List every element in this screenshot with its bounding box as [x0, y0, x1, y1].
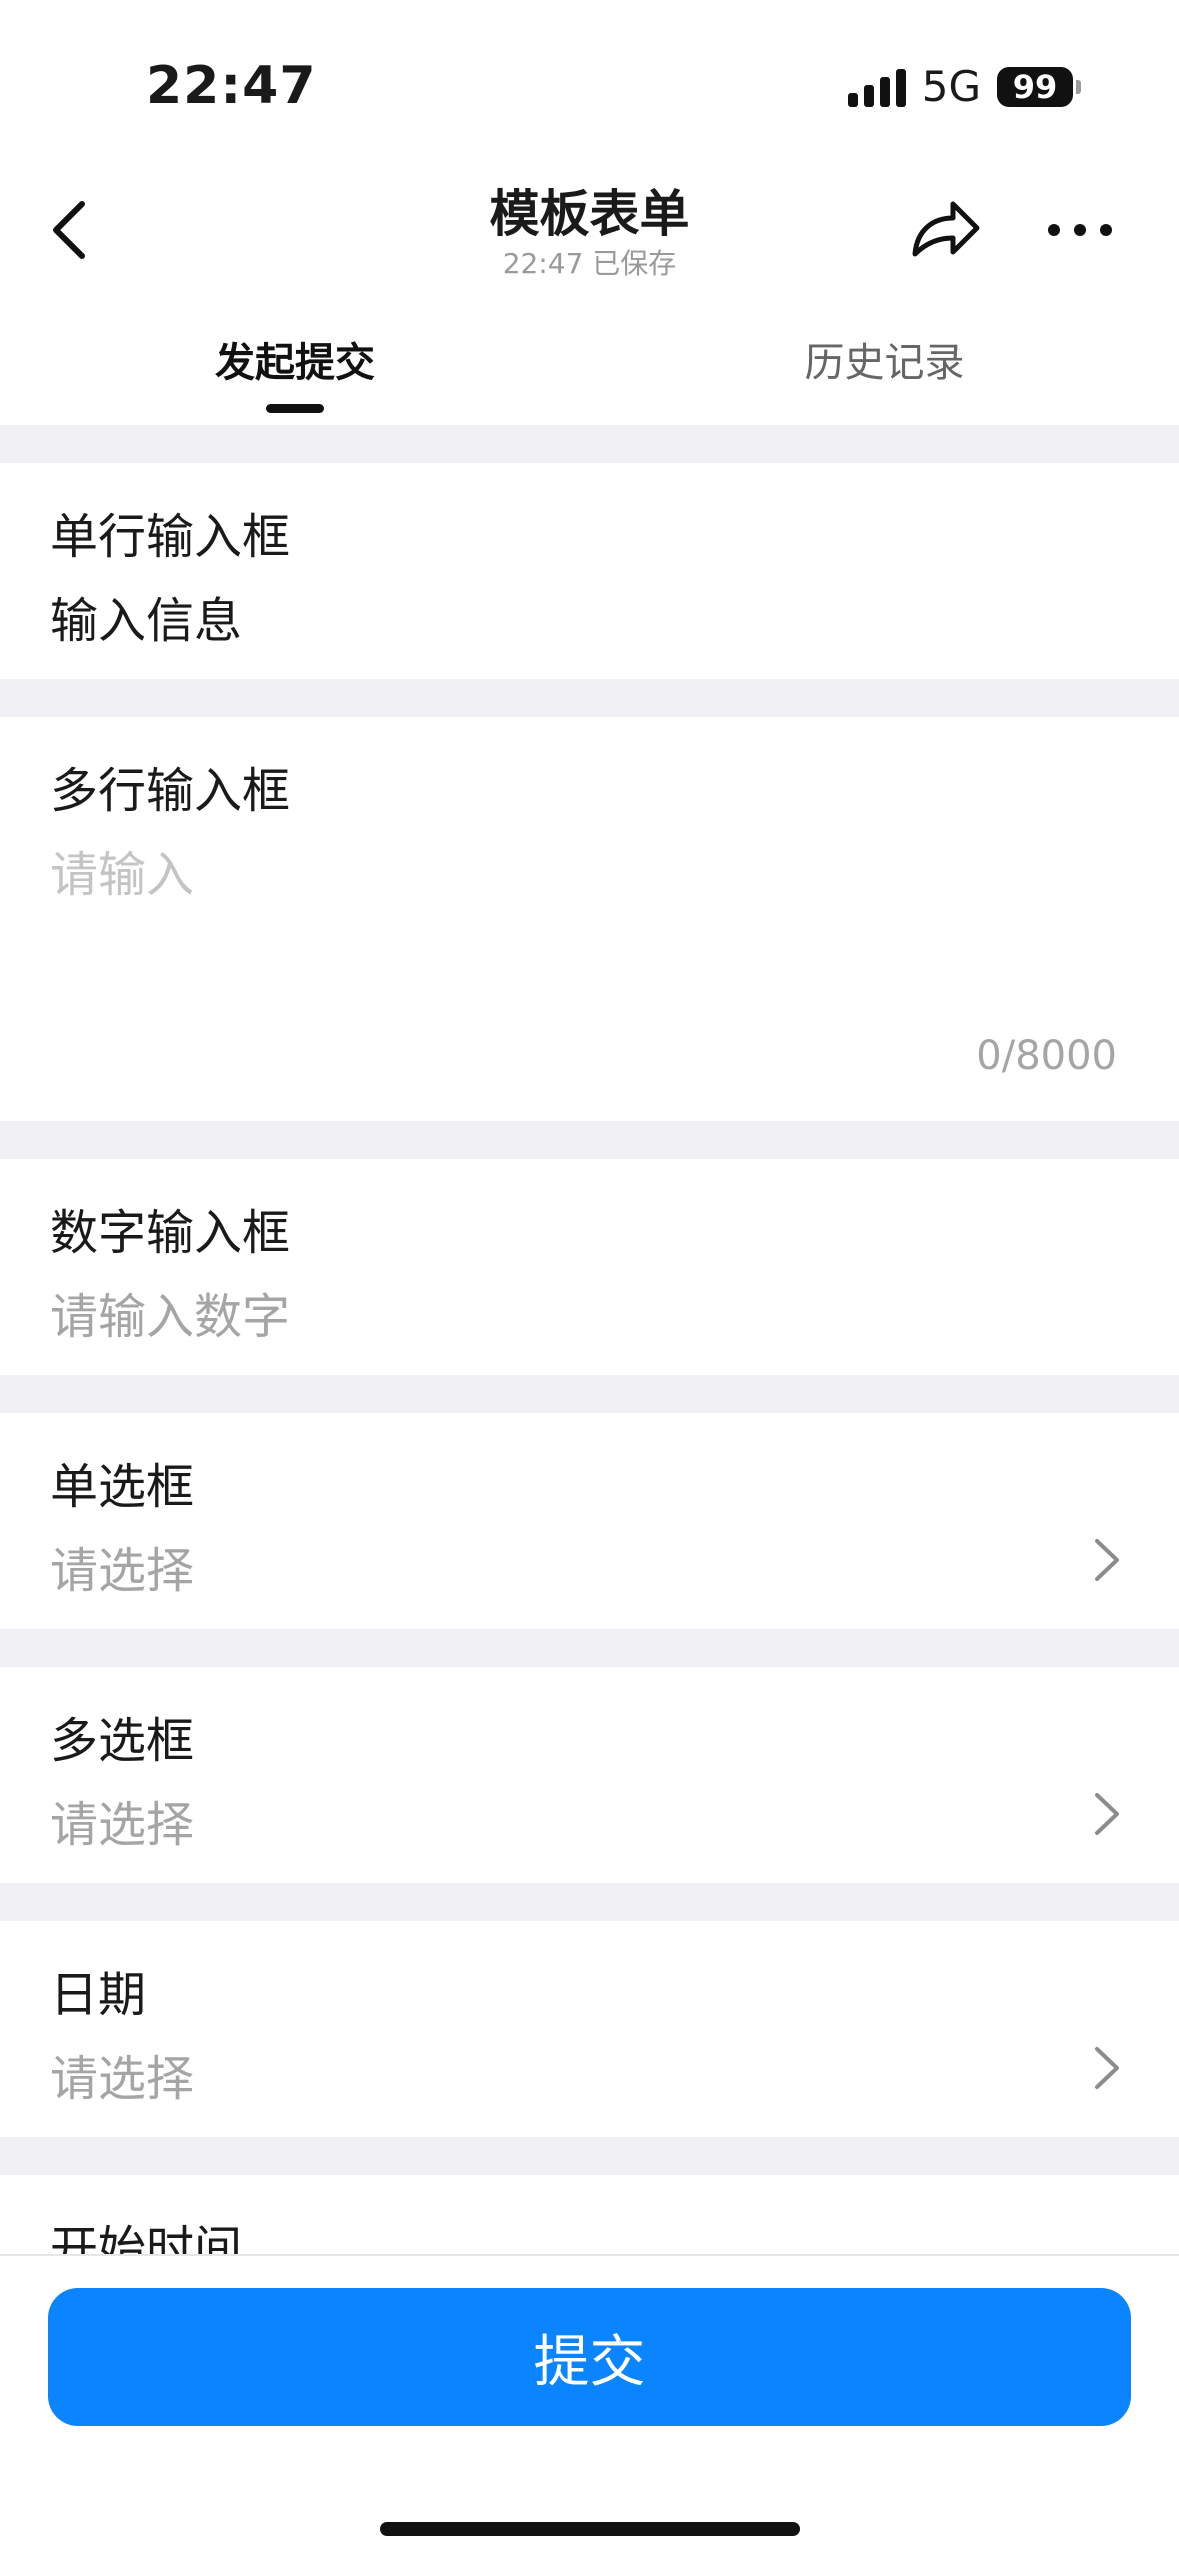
- home-indicator[interactable]: [380, 2522, 800, 2536]
- field-label: 多选框: [50, 1713, 195, 1769]
- field-label: 日期: [50, 1967, 147, 2023]
- field-label: 单行输入框: [50, 509, 291, 565]
- number-input[interactable]: 请输入数字: [50, 1277, 290, 1347]
- chevron-right-icon: [1095, 1539, 1119, 1581]
- single-line-field[interactable]: 单行输入框 输入信息: [0, 463, 1179, 679]
- field-label: 单选框: [50, 1459, 195, 1515]
- signal-icon: [847, 67, 906, 107]
- multi-line-field[interactable]: 多行输入框 请输入 0/8000: [0, 717, 1179, 1121]
- checkbox-select[interactable]: 请选择: [50, 1785, 194, 1855]
- radio-field[interactable]: 单选框 请选择: [0, 1413, 1179, 1629]
- tab-submit[interactable]: 发起提交: [0, 330, 590, 388]
- page-title: 模板表单: [489, 185, 690, 243]
- field-label: 数字输入框: [50, 1205, 291, 1261]
- battery-icon: 99: [997, 66, 1081, 107]
- char-counter: 0/8000: [976, 1033, 1117, 1079]
- chevron-right-icon: [1095, 1793, 1119, 1835]
- date-select[interactable]: 请选择: [50, 2039, 194, 2109]
- status-time: 22:47: [146, 56, 317, 116]
- nav-bar: 模板表单 22:47 已保存: [0, 170, 1179, 290]
- share-icon[interactable]: [905, 190, 985, 270]
- status-bar: 22:47 5G 99: [0, 0, 1179, 170]
- submit-button[interactable]: 提交: [48, 2288, 1131, 2426]
- more-icon[interactable]: [1044, 212, 1116, 248]
- radio-select[interactable]: 请选择: [50, 1531, 194, 1601]
- bottom-bar: 提交: [0, 2254, 1179, 2558]
- date-field[interactable]: 日期 请选择: [0, 1921, 1179, 2137]
- network-label: 5G: [921, 62, 981, 111]
- chevron-right-icon: [1095, 2047, 1119, 2089]
- status-indicators: 5G 99: [847, 62, 1081, 111]
- multi-line-input[interactable]: 请输入: [50, 835, 194, 905]
- checkbox-field[interactable]: 多选框 请选择: [0, 1667, 1179, 1883]
- battery-level: 99: [997, 66, 1073, 107]
- single-line-input[interactable]: 输入信息: [50, 581, 242, 651]
- tab-history[interactable]: 历史记录: [590, 330, 1179, 388]
- tab-bar: 发起提交 历史记录: [0, 300, 1179, 425]
- field-label: 多行输入框: [50, 763, 291, 819]
- save-status: 22:47 已保存: [502, 247, 677, 280]
- template-form: 单行输入框 输入信息 多行输入框 请输入 0/8000 数字输入框 请输入数字 …: [0, 425, 1179, 2391]
- number-field[interactable]: 数字输入框 请输入数字: [0, 1159, 1179, 1375]
- tab-indicator: [266, 404, 324, 413]
